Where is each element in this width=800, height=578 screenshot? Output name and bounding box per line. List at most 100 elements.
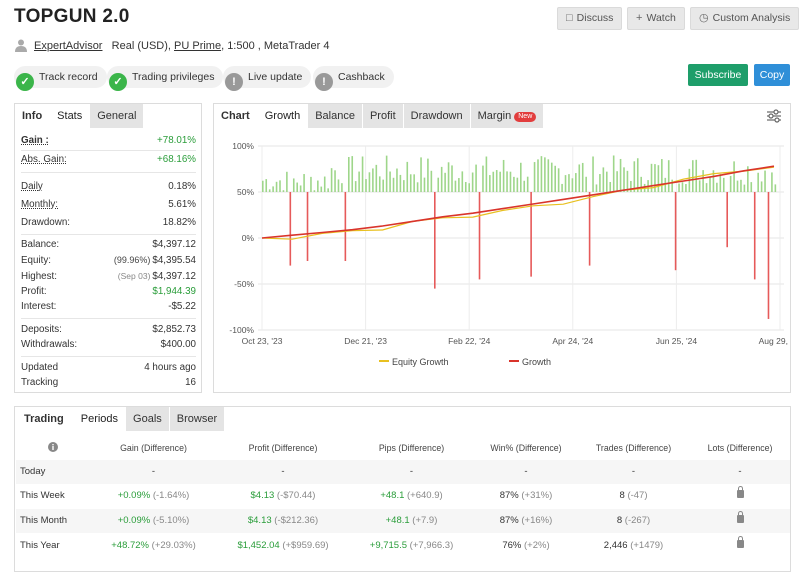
- col-pips[interactable]: Pips (Difference): [359, 436, 464, 460]
- gain-diff: (+29.03%): [151, 540, 196, 551]
- bar: [427, 158, 429, 192]
- watch-button[interactable]: + Watch: [627, 7, 685, 30]
- bar: [526, 176, 529, 192]
- stat-gain: Gain : +78.01%: [21, 133, 196, 148]
- growth-chart[interactable]: 100% 50% 0% -50% -100%Oct 23, '23 Dec 21, '23…: [214, 134, 790, 352]
- bar: [516, 177, 519, 192]
- badge-label: Live update: [248, 71, 303, 83]
- tab-growth[interactable]: Growth: [257, 104, 309, 128]
- col-profit[interactable]: Profit (Difference): [228, 436, 338, 460]
- pips-diff: (+7.9): [412, 515, 438, 526]
- bar: [499, 171, 501, 192]
- tab-periods[interactable]: Periods: [73, 407, 127, 431]
- bar: [458, 178, 460, 192]
- bar: [420, 157, 422, 192]
- sliders-icon[interactable]: [766, 109, 782, 123]
- bar: [764, 170, 766, 192]
- y-tick-label: 50%: [237, 187, 254, 197]
- discuss-label: Discuss: [576, 12, 614, 24]
- bar: [509, 171, 512, 192]
- bar: [736, 180, 739, 192]
- bar: [757, 172, 759, 192]
- cell-pips: -: [359, 460, 464, 484]
- tab-stats[interactable]: Stats: [50, 104, 91, 128]
- bar: [464, 181, 467, 192]
- cell-win: -: [476, 460, 576, 484]
- author-link[interactable]: ExpertAdvisor: [34, 40, 102, 52]
- track-record-badge[interactable]: ✓ Track record: [14, 66, 107, 91]
- tab-margin[interactable]: Margin New: [470, 104, 545, 128]
- divider: [21, 172, 196, 173]
- bar: [678, 183, 680, 192]
- tab-drawdown[interactable]: Drawdown: [403, 104, 471, 128]
- bar: [306, 192, 309, 261]
- stat-sub: (99.96%): [113, 255, 151, 265]
- tab-goals[interactable]: Goals: [126, 407, 170, 431]
- bar: [581, 162, 584, 192]
- tab-profit[interactable]: Profit: [362, 104, 404, 128]
- bar: [489, 175, 491, 192]
- bar: [623, 167, 625, 192]
- discuss-button[interactable]: □ Discuss: [557, 7, 623, 30]
- tab-balance[interactable]: Balance: [308, 104, 363, 128]
- col-lots[interactable]: Lots (Difference): [690, 436, 790, 460]
- bar: [599, 174, 601, 192]
- account-type: Real (USD),: [111, 40, 171, 52]
- info-icon[interactable]: [46, 436, 60, 460]
- legend-growth[interactable]: Growth: [509, 357, 551, 367]
- trading-privileges-badge[interactable]: ✓ Trading privileges: [107, 66, 224, 91]
- table-row: This Week +0.09% (-1.64%) $4.13 (-$70.44) +…: [16, 484, 790, 508]
- win-value: 87%: [499, 490, 519, 501]
- bar: [327, 188, 329, 192]
- col-win[interactable]: Win% (Difference): [476, 436, 576, 460]
- tab-chart[interactable]: Chart: [214, 104, 258, 128]
- subscribe-button[interactable]: Subscribe: [688, 64, 748, 86]
- bar: [681, 182, 684, 192]
- cell-trades: 8 (-47): [581, 484, 686, 508]
- cell-gain: +0.09% (-1.64%): [101, 484, 206, 508]
- bar: [434, 192, 436, 289]
- y-tick-label: 0%: [242, 233, 255, 243]
- stat-value: +78.01%: [157, 135, 196, 146]
- bar: [774, 184, 777, 192]
- gain-value: -: [151, 466, 156, 477]
- tab-info[interactable]: Info: [15, 104, 51, 128]
- bar: [375, 164, 378, 192]
- pips-diff: (+640.9): [407, 490, 443, 501]
- trading-tabs: Trading Periods Goals Browser: [15, 407, 226, 431]
- custom-analysis-button[interactable]: ◷ Custom Analysis: [690, 7, 800, 30]
- bar: [554, 165, 556, 192]
- broker-link[interactable]: PU Prime: [174, 40, 221, 52]
- bar: [547, 159, 550, 192]
- bar: [602, 167, 605, 192]
- stat-label: Equity:: [21, 255, 51, 266]
- legend-equity-growth[interactable]: Equity Growth: [379, 357, 449, 367]
- badge-label: Trading privileges: [132, 71, 215, 83]
- bar: [413, 174, 415, 192]
- bar: [726, 192, 728, 248]
- col-gain[interactable]: Gain (Difference): [101, 436, 206, 460]
- bar: [540, 156, 543, 192]
- tab-browser[interactable]: Browser: [169, 407, 226, 431]
- divider: [21, 356, 196, 357]
- table-row: Today - - - - - -: [16, 460, 790, 484]
- trades-value: 8: [619, 490, 625, 501]
- chart-tabs: Chart Growth Balance Profit Drawdown Mar…: [214, 104, 545, 128]
- stat-value: 18.82%: [162, 217, 196, 228]
- tab-trading[interactable]: Trading: [15, 407, 74, 431]
- pips-value: +48.1: [380, 490, 405, 501]
- bar: [612, 155, 615, 192]
- tab-general[interactable]: General: [90, 104, 145, 128]
- bar: [368, 172, 371, 192]
- cell-gain: +0.09% (-5.10%): [101, 509, 206, 533]
- stat-label: Highest:: [21, 271, 57, 282]
- bar: [585, 176, 587, 192]
- legend-swatch: [509, 360, 519, 362]
- cashback-badge[interactable]: ! Cashback: [313, 66, 394, 91]
- bar: [544, 157, 546, 192]
- live-update-badge[interactable]: ! Live update: [223, 66, 312, 91]
- copy-button[interactable]: Copy: [754, 64, 790, 86]
- table-row: This Year +48.72% (+29.03%) $1,452.04 (+$9…: [16, 534, 790, 558]
- stat-label: Abs. Gain:: [21, 154, 67, 165]
- col-trades[interactable]: Trades (Difference): [581, 436, 686, 460]
